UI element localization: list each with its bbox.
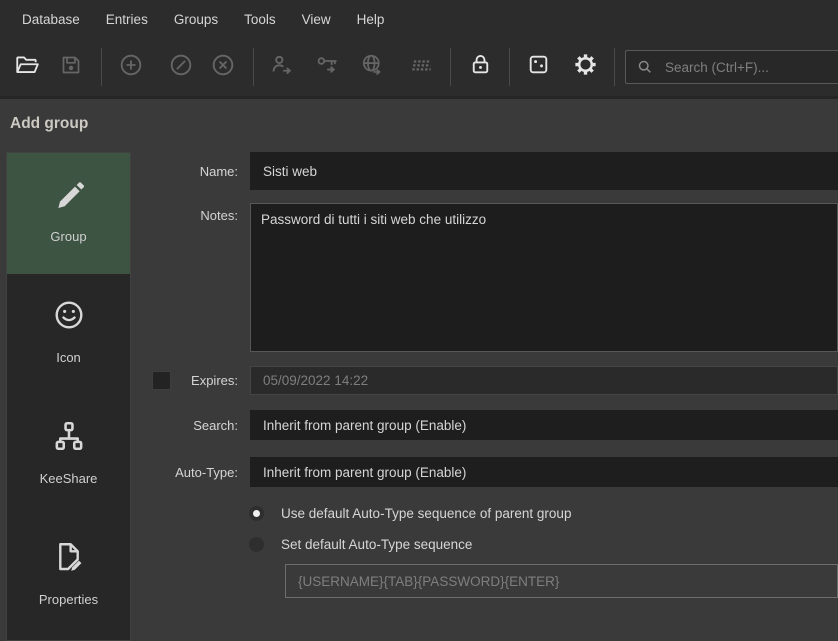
menu-help[interactable]: Help [344,0,398,38]
hierarchy-icon [51,416,87,456]
lock-database-button[interactable] [465,52,495,82]
open-url-button [357,52,387,82]
save-database-button [56,52,86,82]
combobox-value: Inherit from parent group (Enable) [263,465,466,480]
search-handling-combobox[interactable]: Inherit from parent group (Enable) [250,410,838,440]
open-folder-icon [14,52,40,83]
notes-input[interactable]: Password di tutti i siti web che utilizz… [250,203,838,352]
toolbar-separator [253,48,254,86]
user-arrow-icon [269,52,295,83]
menu-view[interactable]: View [289,0,344,38]
x-circle-icon [210,52,236,83]
globe-arrow-icon [359,52,385,83]
use-default-sequence-radio[interactable] [249,506,264,521]
lock-icon [468,52,493,82]
pencil-icon [51,174,87,214]
dice-icon [526,52,551,82]
copy-password-button [312,52,342,82]
pencil-circle-icon [168,52,194,83]
keyboard-icon [408,51,435,83]
radio-label[interactable]: Use default Auto-Type sequence of parent… [281,506,571,521]
menu-tools[interactable]: Tools [231,0,289,38]
category-sidebar: Group Icon KeeShare [6,152,131,641]
plus-circle-icon [118,52,144,83]
menu-groups[interactable]: Groups [161,0,231,38]
menu-entries[interactable]: Entries [93,0,161,38]
search-box[interactable] [625,50,838,84]
password-generator-button[interactable] [523,52,553,82]
autotype-label: Auto-Type: [140,457,238,487]
edit-entry-button [166,52,196,82]
settings-button[interactable] [570,52,600,82]
radio-row-set-default: Set default Auto-Type sequence [249,536,472,552]
toolbar-separator [509,48,510,86]
menu-database[interactable]: Database [9,0,93,38]
autotype-combobox[interactable]: Inherit from parent group (Enable) [250,457,838,487]
floppy-save-icon [59,53,83,82]
toolbar-separator [101,48,102,86]
sidebar-item-label: KeeShare [40,471,98,486]
delete-entry-button [208,52,238,82]
radio-label[interactable]: Set default Auto-Type sequence [281,537,472,552]
sidebar-item-label: Icon [56,350,81,365]
autotype-sequence-input [285,564,838,598]
sidebar-item-group[interactable]: Group [7,153,130,274]
search-handling-label: Search: [140,410,238,440]
smiley-icon [51,295,87,335]
search-icon [636,58,654,76]
expires-label: Expires: [140,366,238,395]
set-default-sequence-radio[interactable] [249,537,264,552]
notes-label: Notes: [140,205,238,225]
copy-username-button [267,52,297,82]
key-arrow-icon [314,52,340,83]
document-edit-icon [51,537,87,577]
name-label: Name: [140,152,238,190]
menu-bar: Database Entries Groups Tools View Help [0,0,838,38]
add-entry-button [116,52,146,82]
radio-row-use-default: Use default Auto-Type sequence of parent… [249,505,571,521]
search-input[interactable] [663,59,838,76]
sidebar-item-label: Group [50,229,86,244]
name-input[interactable] [250,152,838,190]
sidebar-item-keeshare[interactable]: KeeShare [7,395,130,516]
toolbar [0,38,838,99]
expires-datetime-input [250,366,838,395]
open-database-button[interactable] [12,52,42,82]
sidebar-item-icon[interactable]: Icon [7,274,130,395]
gear-icon [572,51,599,83]
perform-autotype-button [406,52,436,82]
toolbar-separator [614,48,615,86]
combobox-value: Inherit from parent group (Enable) [263,418,466,433]
sidebar-item-properties[interactable]: Properties [7,516,130,637]
page-title: Add group [10,115,88,133]
sidebar-item-label: Properties [39,592,98,607]
toolbar-separator [450,48,451,86]
